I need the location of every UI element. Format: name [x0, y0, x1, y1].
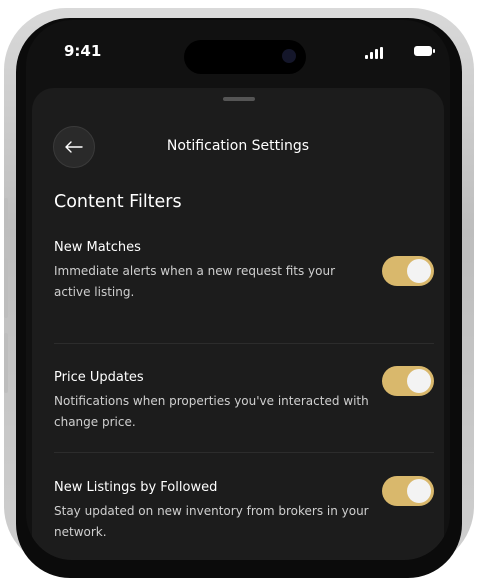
divider	[54, 452, 434, 453]
battery-icon	[414, 46, 435, 56]
setting-price-updates: Price Updates Notifications when propert…	[54, 370, 434, 433]
sheet-grabber[interactable]	[223, 97, 255, 101]
divider	[54, 343, 434, 344]
setting-description: Stay updated on new inventory from broke…	[54, 504, 369, 539]
toggle-price-updates[interactable]	[382, 366, 434, 396]
section-title: Content Filters	[54, 192, 182, 212]
volume-down-button	[4, 333, 8, 393]
page-title: Notification Settings	[166, 138, 310, 154]
setting-new-matches: New Matches Immediate alerts when a new …	[54, 240, 434, 303]
setting-title: New Listings by Followed	[54, 480, 218, 495]
toggle-knob	[407, 479, 431, 503]
volume-up-button	[4, 258, 8, 318]
setting-description: Notifications when properties you've int…	[54, 394, 369, 429]
toggle-new-matches[interactable]	[382, 256, 434, 286]
phone-screen: 9:41 Notification Settings Content Filte…	[26, 20, 450, 560]
setting-title: Price Updates	[54, 370, 144, 385]
side-button	[4, 198, 8, 228]
camera-icon	[282, 49, 296, 63]
toggle-knob	[407, 259, 431, 283]
setting-title: New Matches	[54, 240, 141, 255]
dynamic-island	[184, 40, 306, 74]
setting-new-listings-followed: New Listings by Followed Stay updated on…	[54, 480, 434, 543]
settings-sheet: Notification Settings Content Filters Ne…	[32, 88, 444, 560]
status-time: 9:41	[64, 42, 102, 60]
toggle-knob	[407, 369, 431, 393]
signal-icon	[365, 47, 383, 59]
setting-description: Immediate alerts when a new request fits…	[54, 264, 336, 299]
toggle-new-listings-followed[interactable]	[382, 476, 434, 506]
